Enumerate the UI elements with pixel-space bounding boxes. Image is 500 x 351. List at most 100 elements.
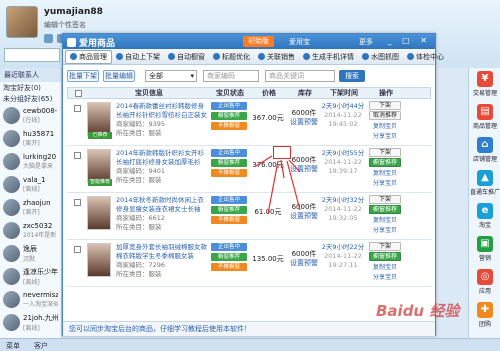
col-price[interactable]: 价格 — [250, 88, 288, 98]
status-tag[interactable]: 不推橱窗 — [211, 122, 247, 130]
stock-warning-link[interactable]: 设置预警 — [287, 165, 321, 174]
status-tag[interactable]: 橱窗推荐 — [211, 206, 247, 214]
group-ungrouped[interactable]: 未分组好友(65) — [0, 93, 61, 104]
friend-item[interactable]: 逢凉乐少年 [离线] — [0, 265, 61, 288]
menu-item[interactable]: 体检中心 — [403, 50, 448, 64]
batch-shelf-button[interactable]: 批量下架 — [67, 70, 99, 82]
op-link[interactable]: 复制宝贝 — [373, 168, 397, 177]
friend-item[interactable]: lurking20 大脑是拿来 — [0, 150, 61, 173]
op-button[interactable]: 橱窗推荐 — [369, 252, 401, 261]
menu-item[interactable]: 水图抓图 — [358, 50, 403, 64]
mail-icon[interactable] — [44, 34, 53, 43]
category-select[interactable]: 全部 ▾ — [145, 70, 197, 82]
right-bar-item[interactable]: e 淘宝 — [469, 200, 500, 233]
status-tag[interactable]: 不推橱窗 — [211, 263, 247, 271]
friend-item[interactable]: hu35871 [离开] — [0, 127, 61, 150]
menu-item[interactable]: 商品管理 — [65, 49, 112, 64]
stock-value[interactable]: 6000件 — [287, 250, 321, 259]
op-link[interactable]: 复制宝贝 — [373, 262, 397, 271]
row-checkbox[interactable] — [73, 152, 81, 159]
col-time[interactable]: 下架时间 — [322, 88, 366, 98]
avatar[interactable] — [3, 153, 20, 170]
right-bar-item[interactable]: ▤ 商品管理 — [469, 101, 500, 134]
status-tag[interactable]: 正出售中 — [211, 196, 247, 204]
product-title[interactable]: 2014春新款蕾丝衬衫韩版修身长袖开衫针织衫雪纺衫白正装女 — [116, 102, 207, 120]
op-button[interactable]: 取消推荐 — [369, 111, 401, 120]
avatar[interactable] — [3, 107, 20, 124]
more-menu[interactable]: 更多 — [359, 37, 373, 47]
status-tag[interactable]: 不推橱窗 — [211, 169, 247, 177]
right-bar-item[interactable]: ⌂ 店铺管理 — [469, 134, 500, 167]
price-cell[interactable]: 61.00元 — [249, 193, 287, 239]
op-button[interactable]: 下架 — [369, 148, 401, 157]
product-thumbnail[interactable]: 智能推荐 — [87, 149, 112, 186]
product-thumbnail[interactable] — [87, 196, 111, 230]
right-bar-item[interactable]: ▣ 营销 — [469, 233, 500, 266]
stock-value[interactable]: 6000件 — [287, 203, 321, 212]
group-taobao[interactable]: 淘宝好友(0) — [0, 82, 61, 93]
menu-item[interactable]: 生成手机详情 — [299, 50, 358, 64]
friend-item[interactable]: zhaojun [离开] — [0, 196, 61, 219]
op-link[interactable]: 分享宝贝 — [373, 225, 397, 234]
avatar[interactable] — [3, 268, 20, 285]
product-title[interactable]: 加厚宽身外套长袖羽绒棉服女款棉衣韩版学生冬季棉服女装 — [116, 243, 207, 261]
window-controls[interactable]: _ □ ✕ — [388, 36, 431, 45]
price-cell[interactable]: 367.00元 — [249, 99, 287, 145]
status-tag[interactable]: 橱窗推荐 — [211, 253, 247, 261]
op-link[interactable]: 分享宝贝 — [373, 131, 397, 140]
status-tag[interactable]: 不推橱窗 — [211, 216, 247, 224]
friend-item[interactable]: vala_1 [离线] — [0, 173, 61, 196]
op-button[interactable]: 橱窗推荐 — [369, 158, 401, 167]
right-bar-item[interactable]: ▲ 直通车推广 — [469, 167, 500, 200]
menu-button[interactable]: 菜单 — [6, 341, 20, 351]
qq-signature[interactable]: 编辑个性签名 — [44, 20, 86, 30]
status-tag[interactable]: 橱窗推荐 — [211, 159, 247, 167]
avatar[interactable] — [3, 314, 20, 331]
qq-search-input[interactable] — [4, 48, 60, 62]
friend-item[interactable]: 逸辰 沉默 — [0, 242, 61, 265]
friend-item[interactable]: 21joh.九州 [离线] — [0, 311, 61, 334]
avatar[interactable] — [3, 245, 20, 262]
op-link[interactable]: 复制宝贝 — [373, 215, 397, 224]
avatar[interactable] — [3, 130, 20, 147]
search-button[interactable]: 搜索 — [339, 70, 365, 82]
product-thumbnail[interactable] — [87, 243, 111, 277]
op-button[interactable]: 下架 — [369, 101, 401, 110]
keyword-input[interactable]: 商品关键词 — [265, 70, 335, 82]
row-checkbox[interactable] — [73, 199, 81, 206]
customer-button[interactable]: 客户 — [34, 341, 48, 351]
tab-recent[interactable]: 最近联系人 — [0, 68, 61, 82]
op-link[interactable]: 分享宝贝 — [373, 178, 397, 187]
menu-item[interactable]: 自动上下架 — [112, 50, 164, 64]
product-title[interactable]: 2014年新款韩版针织衫女开衫长袖打底衫修身女装加厚毛衫 — [116, 149, 207, 167]
product-thumbnail[interactable]: 已推荐 — [87, 102, 112, 139]
stock-warning-link[interactable]: 设置预警 — [287, 259, 321, 268]
row-checkbox[interactable] — [73, 246, 81, 253]
batch-edit-button[interactable]: 批量编辑 — [103, 70, 135, 82]
avatar[interactable] — [3, 199, 20, 216]
op-button[interactable]: 下架 — [369, 195, 401, 204]
status-tag[interactable]: 正出售中 — [211, 149, 247, 157]
header-checkbox[interactable] — [68, 88, 88, 98]
vip-badge[interactable]: 初始版 — [243, 36, 274, 47]
friend-item[interactable]: zxc5032 2014年是新 — [0, 219, 61, 242]
menu-item[interactable]: 自动橱窗 — [164, 50, 209, 64]
menu-item[interactable]: 标题优化 — [209, 50, 254, 64]
status-bar[interactable]: 您可以同步淘宝后台的商品，仔细学习教程后使用本软件！ — [63, 321, 435, 336]
op-link[interactable]: 分享宝贝 — [373, 272, 397, 281]
right-bar-item[interactable]: ✚ 团购 — [469, 299, 500, 332]
avatar[interactable] — [6, 6, 38, 38]
friend-item[interactable]: cewb008- [在线] — [0, 104, 61, 127]
avatar[interactable] — [3, 291, 20, 308]
right-bar-item[interactable]: ◎ 应用 — [469, 266, 500, 299]
status-tag[interactable]: 正出售中 — [211, 243, 247, 251]
code-input[interactable]: 商家编码 — [203, 70, 259, 82]
stock-warning-link[interactable]: 设置预警 — [287, 212, 321, 221]
stock-value[interactable]: 6000件 — [287, 156, 321, 165]
op-button[interactable]: 橱窗推荐 — [369, 205, 401, 214]
stock-warning-link[interactable]: 设置预警 — [287, 118, 321, 127]
friend-item[interactable]: nevermisz 一入淘宝深似 — [0, 288, 61, 311]
right-bar-item[interactable]: ¥ 交易管理 — [469, 68, 500, 101]
col-stock[interactable]: 库存 — [288, 88, 322, 98]
op-button[interactable]: 下架 — [369, 242, 401, 251]
